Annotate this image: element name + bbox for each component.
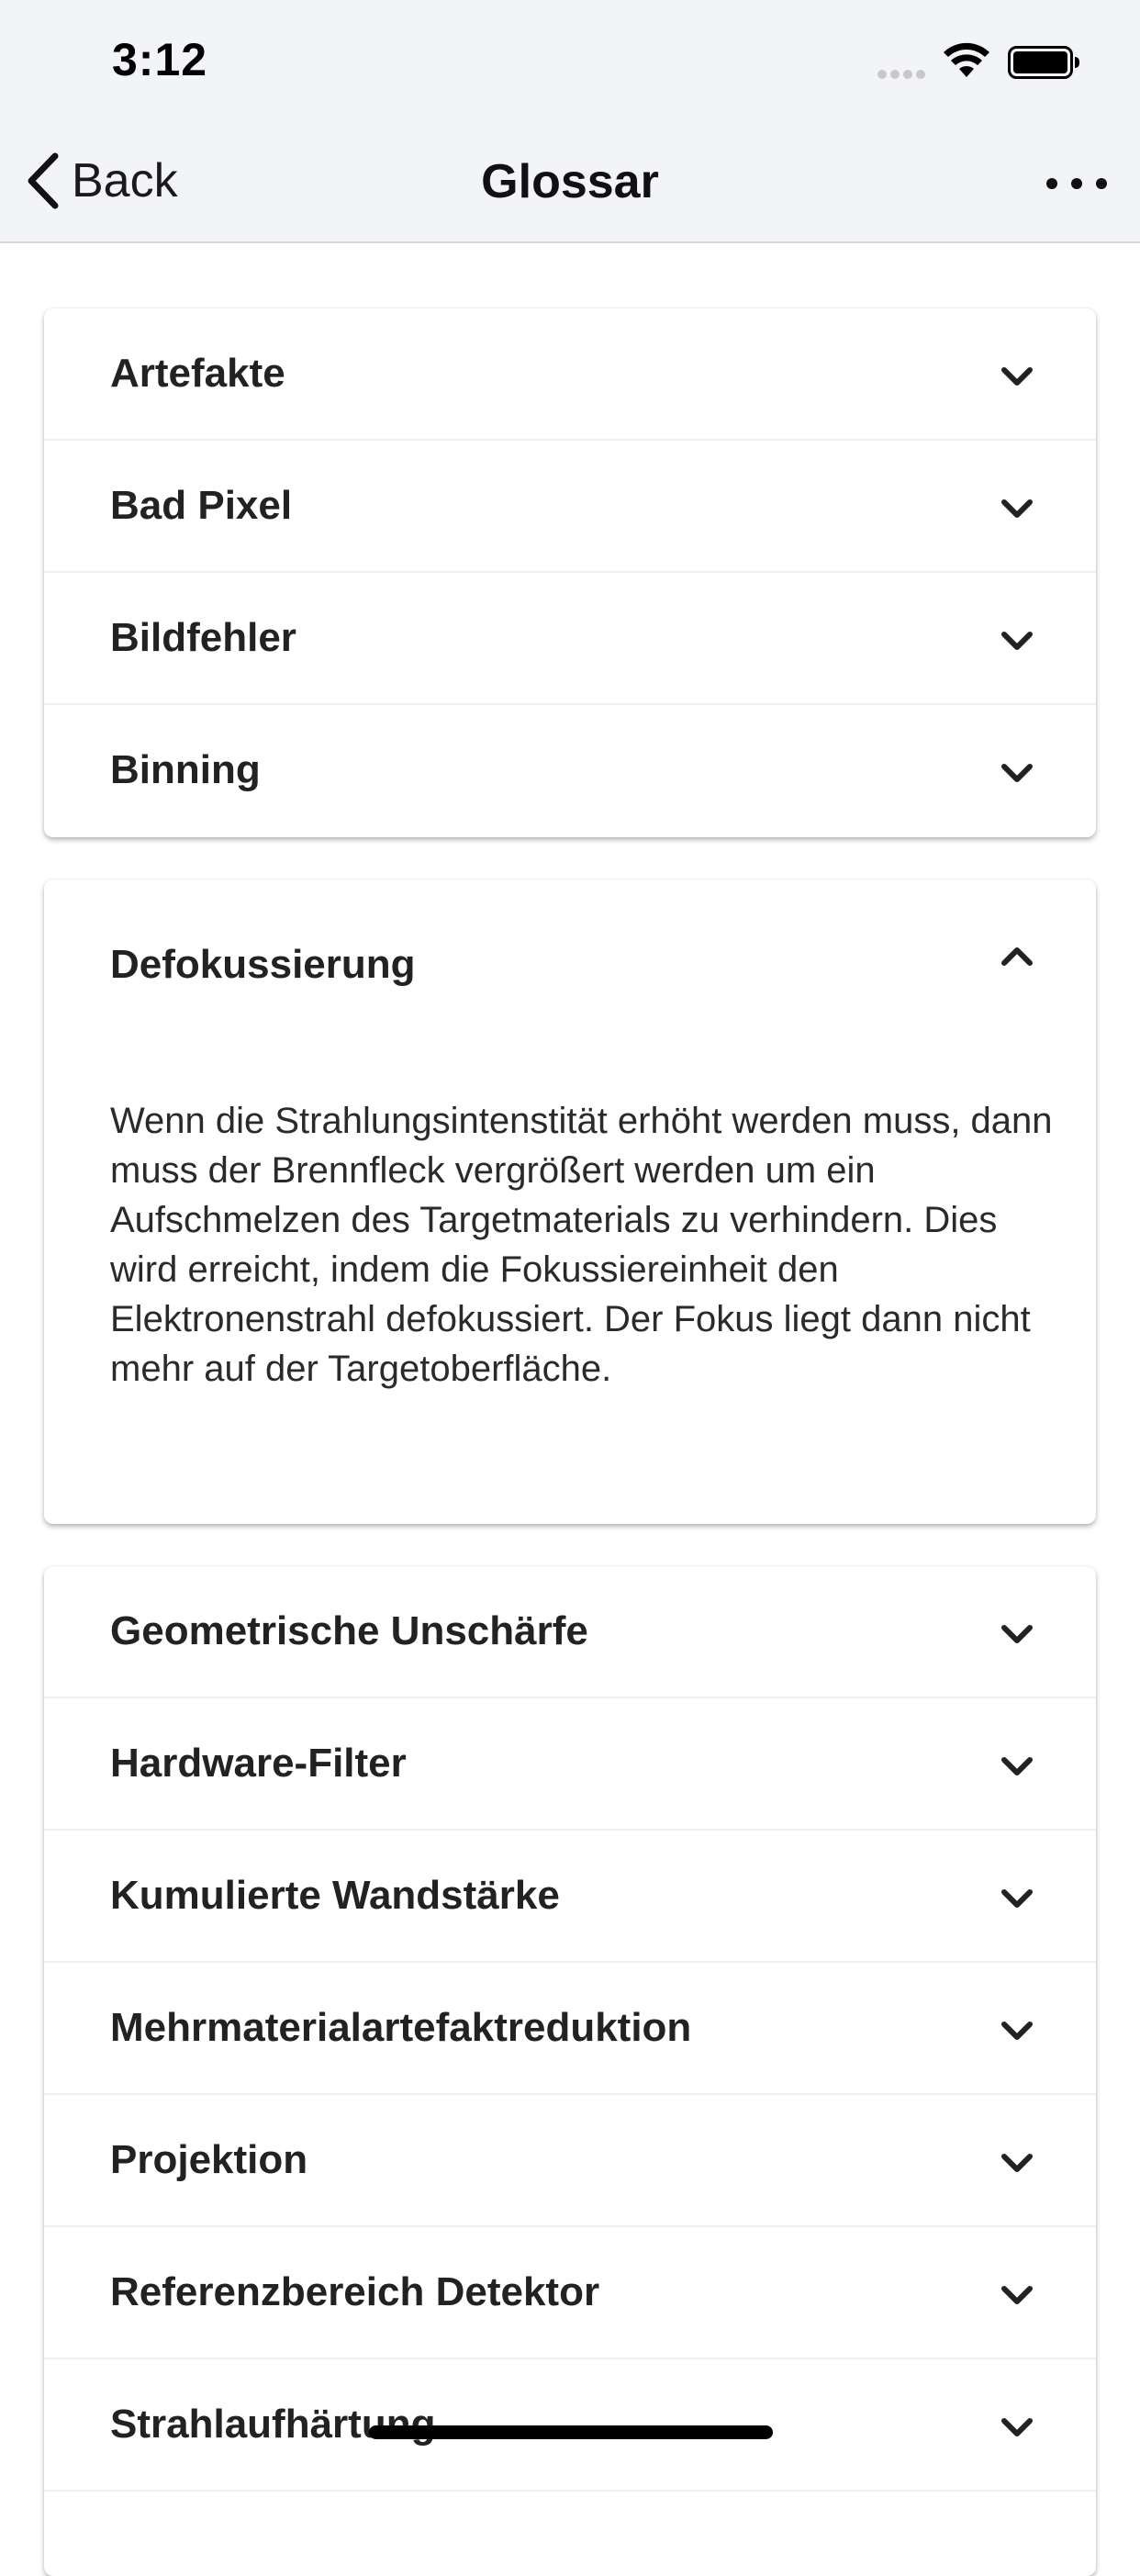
ellipsis-icon xyxy=(1046,178,1057,189)
glossary-item-projektion[interactable]: Projektion xyxy=(44,2095,1096,2227)
chevron-down-icon xyxy=(1001,1625,1033,1643)
chevron-down-icon xyxy=(1001,1889,1033,1908)
glossary-item-binning[interactable]: Binning xyxy=(44,705,1096,835)
chevron-down-icon xyxy=(1001,367,1033,386)
back-label: Back xyxy=(72,154,178,207)
glossary-group: Geometrische Unschärfe Hardware-Filter K… xyxy=(44,1566,1096,2576)
glossary-item-label: Hardware-Filter xyxy=(110,1741,407,1786)
glossary-item-label: Artefakte xyxy=(110,351,285,396)
chevron-down-icon xyxy=(1001,2022,1033,2040)
glossary-item-kumulierte-wandstaerke[interactable]: Kumulierte Wandstärke xyxy=(44,1831,1096,1963)
chevron-down-icon xyxy=(1001,1757,1033,1775)
back-button[interactable]: Back xyxy=(24,149,178,213)
signal-icon xyxy=(877,67,931,79)
chevron-down-icon xyxy=(1001,2286,1033,2304)
status-bar: 3:12 xyxy=(0,0,1140,121)
glossary-item-defokussierung[interactable]: Defokussierung xyxy=(44,879,1096,1054)
chevron-down-icon xyxy=(1001,2154,1033,2172)
navigation-bar: Back Glossar xyxy=(0,121,1140,243)
status-time: 3:12 xyxy=(112,34,208,85)
glossary-item-label: Bad Pixel xyxy=(110,483,293,528)
glossary-definition: Wenn die Strahlungsintenstität erhöht we… xyxy=(110,1101,1053,1389)
glossary-item-label: Mehrmaterialartefaktreduktion xyxy=(110,2005,692,2050)
glossary-item-label: Referenzbereich Detektor xyxy=(110,2269,600,2314)
home-indicator[interactable] xyxy=(369,2425,773,2439)
chevron-up-icon xyxy=(1001,947,1033,966)
glossary-group: Artefakte Bad Pixel Bildfehler Binning xyxy=(44,308,1096,837)
glossary-item-defokussierung-expanded: Defokussierung Wenn die Strahlungsintens… xyxy=(44,879,1096,1524)
glossary-item-artefakte[interactable]: Artefakte xyxy=(44,308,1096,441)
more-options-button[interactable] xyxy=(1046,174,1107,193)
glossary-item-bildfehler[interactable]: Bildfehler xyxy=(44,573,1096,705)
chevron-down-icon xyxy=(1001,764,1033,782)
glossary-item-label: Projektion xyxy=(110,2137,308,2182)
glossary-item-label: Bildfehler xyxy=(110,615,296,660)
glossary-item-label: Binning xyxy=(110,747,261,792)
battery-icon xyxy=(1008,46,1079,79)
chevron-left-icon xyxy=(28,152,59,209)
glossary-item-hardware-filter[interactable]: Hardware-Filter xyxy=(44,1698,1096,1831)
glossary-item-referenzbereich-detektor[interactable]: Referenzbereich Detektor xyxy=(44,2227,1096,2359)
chevron-down-icon xyxy=(1001,499,1033,518)
chevron-down-icon xyxy=(1001,632,1033,650)
glossary-item-label: Kumulierte Wandstärke xyxy=(110,1873,560,1918)
glossary-item-bad-pixel[interactable]: Bad Pixel xyxy=(44,441,1096,573)
wifi-icon xyxy=(944,42,989,77)
glossary-item-label: Geometrische Unschärfe xyxy=(110,1608,588,1653)
glossary-item-label: Strahlaufhärtung xyxy=(110,2402,436,2447)
glossary-item-geometrische-unschaerfe[interactable]: Geometrische Unschärfe xyxy=(44,1566,1096,1698)
glossary-item-label: Defokussierung xyxy=(110,942,416,987)
glossary-item-mehrmaterialartefaktreduktion[interactable]: Mehrmaterialartefaktreduktion xyxy=(44,1963,1096,2095)
chevron-down-icon xyxy=(1001,2418,1033,2436)
